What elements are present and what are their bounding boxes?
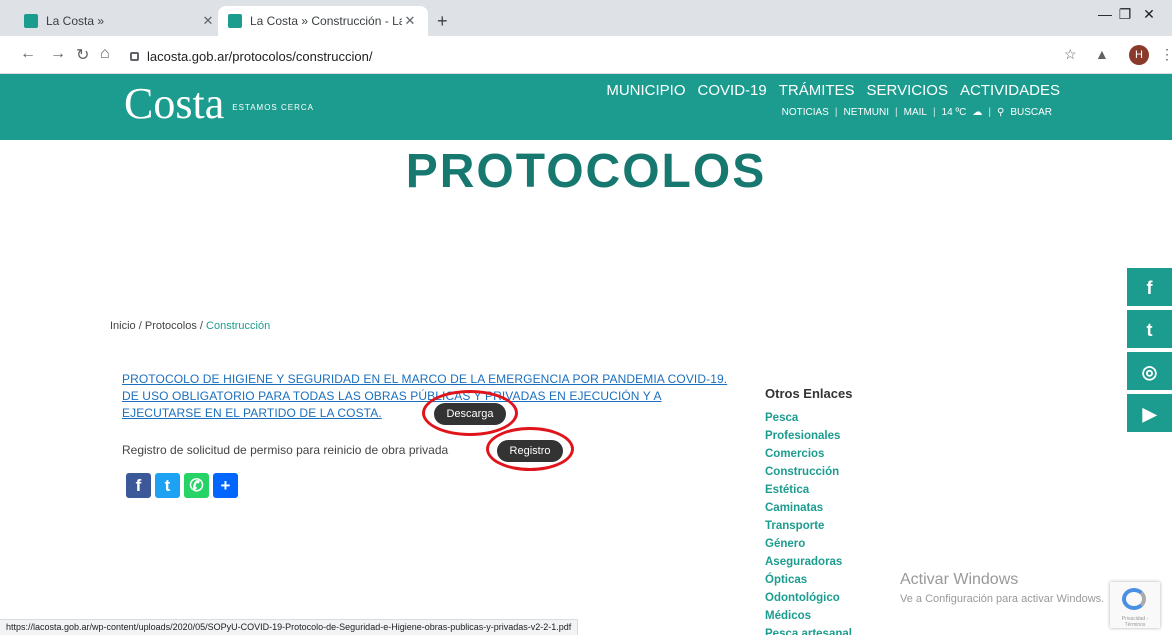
site-favicon-icon xyxy=(24,14,38,28)
subnav-noticias[interactable]: NOTICIAS xyxy=(782,107,829,118)
breadcrumb: Inicio / Protocolos / Construcción xyxy=(110,320,271,332)
sidebar-link[interactable]: Pesca xyxy=(765,409,852,427)
nav-tramites[interactable]: TRÁMITES xyxy=(779,82,855,99)
search-icon[interactable]: ⚲ xyxy=(997,107,1004,118)
browser-tab[interactable]: La Costa » ✕ xyxy=(14,6,226,36)
reload-icon[interactable]: ↻ xyxy=(76,45,89,65)
nav-servicios[interactable]: SERVICIOS xyxy=(867,82,948,99)
share-buttons: f t ✆ + xyxy=(126,473,238,498)
close-window-icon[interactable]: ✕ xyxy=(1126,6,1172,23)
recaptcha-badge[interactable]: Privacidad - Términos xyxy=(1110,582,1160,628)
sidebar-link[interactable]: Comercios xyxy=(765,445,852,463)
cloud-icon: ☁ xyxy=(972,107,983,118)
extension-icon[interactable]: ▲ xyxy=(1095,46,1109,62)
logo-tagline: ESTAMOS CERCA xyxy=(232,103,314,112)
site-header: Costa La ESTAMOS CERCA MUNICIPIO COVID-1… xyxy=(0,74,1172,140)
subnav-buscar[interactable]: BUSCAR xyxy=(1010,107,1052,118)
tab-title: La Costa » xyxy=(46,14,105,28)
forward-icon[interactable]: → xyxy=(50,45,66,63)
subnav-netmuni[interactable]: NETMUNI xyxy=(843,107,889,118)
registro-text: Registro de solicitud de permiso para re… xyxy=(122,443,449,457)
address-bar[interactable]: lacosta.gob.ar/protocolos/construccion/ xyxy=(126,43,1086,69)
youtube-icon[interactable]: ▶ xyxy=(1127,394,1172,434)
back-icon[interactable]: ← xyxy=(20,45,36,63)
bookmark-star-icon[interactable]: ☆ xyxy=(1064,46,1077,63)
main-nav: MUNICIPIO COVID-19 TRÁMITES SERVICIOS AC… xyxy=(606,82,1060,99)
windows-activation-text: Ve a Configuración para activar Windows. xyxy=(900,593,1105,605)
recaptcha-text: Privacidad - Términos xyxy=(1121,616,1149,628)
browser-toolbar: ← → ↻ ⌂ lacosta.gob.ar/protocolos/constr… xyxy=(0,36,1172,74)
browser-tab-bar: La Costa » ✕ La Costa » Construcción - L… xyxy=(0,0,1172,36)
sidebar-link[interactable]: Médicos xyxy=(765,607,852,625)
sidebar-link[interactable]: Profesionales xyxy=(765,427,852,445)
sidebar-link[interactable]: Pesca artesanal xyxy=(765,625,852,635)
close-tab-icon[interactable]: ✕ xyxy=(200,13,216,29)
site-logo[interactable]: Costa La ESTAMOS CERCA xyxy=(124,82,314,126)
sidebar-link[interactable]: Género xyxy=(765,535,852,553)
tab-title: La Costa » Construcción - La Cos xyxy=(250,14,402,28)
browser-tab-active[interactable]: La Costa » Construcción - La Cos ✕ xyxy=(218,6,428,36)
sidebar-links: Pesca Profesionales Comercios Construcci… xyxy=(765,409,852,635)
site-favicon-icon xyxy=(228,14,242,28)
sidebar-link[interactable]: Estética xyxy=(765,481,852,499)
weather-temp: 14 ºC xyxy=(941,107,967,118)
sidebar-title: Otros Enlaces xyxy=(765,386,853,401)
new-tab-button[interactable]: + xyxy=(437,11,448,32)
facebook-share-icon[interactable]: f xyxy=(126,473,151,498)
instagram-icon[interactable]: ◎ xyxy=(1127,352,1172,392)
status-bar-url: https://lacosta.gob.ar/wp-content/upload… xyxy=(0,619,579,635)
page-title: PROTOCOLOS xyxy=(405,145,767,198)
sidebar-link[interactable]: Aseguradoras xyxy=(765,553,852,571)
nav-actividades[interactable]: ACTIVIDADES xyxy=(960,82,1060,99)
add-share-icon[interactable]: + xyxy=(213,473,238,498)
recaptcha-icon xyxy=(1122,588,1146,610)
breadcrumb-home[interactable]: Inicio xyxy=(110,320,136,332)
lock-icon xyxy=(130,51,139,61)
close-tab-icon[interactable]: ✕ xyxy=(402,13,418,29)
menu-kebab-icon[interactable]: ⋮ xyxy=(1160,46,1172,63)
whatsapp-share-icon[interactable]: ✆ xyxy=(184,473,209,498)
home-icon[interactable]: ⌂ xyxy=(100,45,110,63)
sidebar-link[interactable]: Odontológico xyxy=(765,589,852,607)
sidebar-link[interactable]: Caminatas xyxy=(765,499,852,517)
profile-avatar[interactable]: H xyxy=(1129,45,1149,65)
sidebar-link[interactable]: Ópticas xyxy=(765,571,852,589)
facebook-icon[interactable]: f xyxy=(1127,268,1172,308)
breadcrumb-current: Construcción xyxy=(206,320,271,332)
logo-main: Costa xyxy=(124,79,225,128)
subnav-mail[interactable]: MAIL xyxy=(904,107,927,118)
nav-municipio[interactable]: MUNICIPIO xyxy=(606,82,685,99)
nav-covid[interactable]: COVID-19 xyxy=(698,82,767,99)
twitter-icon[interactable]: t xyxy=(1127,310,1172,350)
sidebar-link[interactable]: Construcción xyxy=(765,463,852,481)
sub-nav: NOTICIAS | NETMUNI | MAIL | 14 ºC ☁ | ⚲ … xyxy=(781,107,1052,118)
twitter-share-icon[interactable]: t xyxy=(155,473,180,498)
sidebar-link[interactable]: Transporte xyxy=(765,517,852,535)
breadcrumb-parent[interactable]: Protocolos xyxy=(145,320,197,332)
url-text: lacosta.gob.ar/protocolos/construccion/ xyxy=(147,48,373,64)
registro-button[interactable]: Registro xyxy=(497,440,563,462)
download-button[interactable]: Descarga xyxy=(434,403,506,425)
windows-activation-title: Activar Windows xyxy=(900,571,1019,588)
